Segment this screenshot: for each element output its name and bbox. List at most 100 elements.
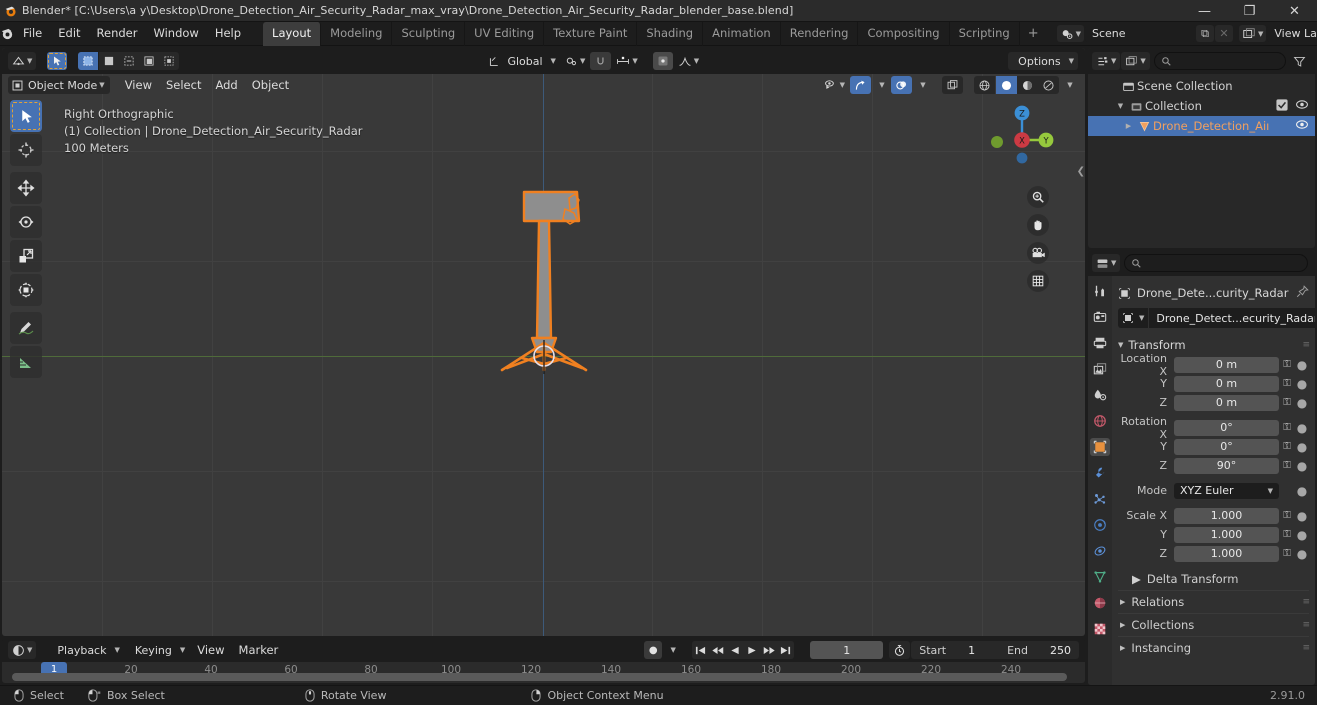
menu-help[interactable]: Help [207,24,249,43]
animate-dot-icon[interactable]: ● [1295,484,1309,498]
tab-modeling[interactable]: Modeling [321,21,393,46]
properties-search-input[interactable] [1124,254,1308,272]
minimize-button[interactable]: — [1182,0,1227,22]
timeline-menu-view[interactable]: View [190,642,231,658]
menu-window[interactable]: Window [145,24,206,43]
visibility-dropdown[interactable]: ▼ [820,76,849,94]
rotate-tool[interactable] [10,206,42,238]
rotation-y-input[interactable]: 0° [1174,438,1279,455]
animate-dot-icon[interactable]: ● [1295,509,1309,523]
proportional-editing-dropdown[interactable]: ▼ [612,52,641,70]
physics-tab[interactable] [1090,516,1110,534]
end-frame-value[interactable]: 250 [1050,644,1071,657]
zoom-icon[interactable] [1027,186,1049,208]
viewport-menu-object[interactable]: Object [245,77,296,93]
overlays-toggle-button[interactable] [891,76,912,94]
animate-dot-icon[interactable]: ● [1295,421,1309,435]
animate-dot-icon[interactable]: ● [1295,377,1309,391]
viewport-menu-add[interactable]: Add [208,77,244,93]
camera-icon[interactable] [1027,242,1049,264]
view-layer-tab[interactable] [1090,360,1110,378]
properties-editor[interactable]: ▼ Drone_Dete...curity_Radar ▼ Drone_Dete… [1088,250,1315,685]
animate-dot-icon[interactable]: ● [1295,358,1309,372]
scale-x-input[interactable]: 1.000 [1174,507,1279,524]
tab-layout[interactable]: Layout [263,21,322,46]
shading-material-preview-button[interactable] [1017,76,1038,94]
instancing-panel[interactable]: ▶ Instancing ≡ [1118,636,1310,659]
output-tab[interactable] [1090,334,1110,352]
timeline-menu-keying[interactable]: Keying ▼ [125,641,189,659]
menu-edit[interactable]: Edit [50,24,88,43]
hand-icon[interactable] [1027,214,1049,236]
use-preview-range-button[interactable] [889,641,911,659]
lock-icon[interactable]: ⚿ [1279,378,1295,389]
material-tab[interactable] [1090,594,1110,612]
scale-z-input[interactable]: 1.000 [1174,545,1279,562]
3d-viewport[interactable]: Right Orthographic (1) Collection | Dron… [2,48,1085,636]
view-layer-selector[interactable]: ▼ [1239,25,1267,42]
maximize-button[interactable]: ❐ [1227,0,1272,22]
tweak-select-mode-button[interactable] [47,52,68,70]
outliner-row-drone-detection-object[interactable]: ▶ Drone_Detection_Aiı [1088,116,1315,136]
overlays-dropdown[interactable]: ▼ [913,76,931,94]
gizmo-dropdown[interactable]: ▼ [872,76,890,94]
timeline-horizontal-scrollbar[interactable] [12,673,1067,681]
modifier-tab[interactable] [1090,464,1110,482]
lock-icon[interactable]: ⚿ [1279,441,1295,452]
xray-toggle-button[interactable] [942,76,963,94]
menu-render[interactable]: Render [89,24,146,43]
scene-name-field[interactable]: Scene [1085,25,1195,42]
tab-uv-editing[interactable]: UV Editing [465,21,545,46]
transform-tool[interactable] [10,274,42,306]
play-button[interactable] [743,641,761,659]
close-button[interactable]: ✕ [1272,0,1317,22]
move-tool[interactable] [10,172,42,204]
tab-compositing[interactable]: Compositing [858,21,950,46]
frame-range-fields[interactable]: Start 1 End 250 [911,641,1079,659]
animate-dot-icon[interactable]: ● [1295,440,1309,454]
play-reverse-button[interactable] [726,641,744,659]
select-intersect-mode-button[interactable] [159,52,180,70]
tool-tab[interactable] [1090,282,1110,300]
scale-y-input[interactable]: 1.000 [1174,526,1279,543]
sidebar-collapse-arrow-icon[interactable]: ❮ [1077,166,1085,177]
viewport-menu-view[interactable]: View [118,77,159,93]
outliner-editor[interactable]: ▼ ▼ Scene Collection ▼ Collection ▶ Dron… [1088,48,1315,248]
disclosure-icon-expanded[interactable]: ▼ [1114,102,1127,110]
object-name-input[interactable]: Drone_Detect...ecurity_Radar [1149,308,1315,328]
start-frame-value[interactable]: 1 [968,644,975,657]
rotation-x-input[interactable]: 0° [1174,419,1279,436]
cursor-tool[interactable] [10,134,42,166]
tab-sculpting[interactable]: Sculpting [392,21,466,46]
lock-icon[interactable]: ⚿ [1279,397,1295,408]
gizmo-toggle-button[interactable] [850,76,871,94]
select-subtract-mode-button[interactable] [119,52,140,70]
timeline-menu-playback[interactable]: Playback ▼ [47,641,123,659]
timeline-menu-marker[interactable]: Marker [232,642,286,658]
add-workspace-button[interactable]: + [1020,24,1047,43]
auto-keying-button[interactable]: ● [644,641,663,659]
new-scene-button[interactable]: ⧉ [1196,25,1214,42]
outliner-display-mode-button[interactable]: ▼ [1121,52,1150,70]
checkbox-icon[interactable] [1276,98,1288,114]
shading-solid-button[interactable] [996,76,1017,94]
object-data-tab[interactable] [1090,568,1110,586]
relations-panel[interactable]: ▶ Relations ≡ [1118,590,1310,613]
texture-tab[interactable] [1090,620,1110,638]
annotate-tool[interactable] [10,312,42,344]
snap-toggle-button[interactable] [590,52,612,70]
delta-transform-panel[interactable]: ▶ Delta Transform [1118,568,1309,590]
shading-wireframe-button[interactable] [974,76,995,94]
object-tab[interactable] [1090,438,1110,456]
navigation-gizmo[interactable]: Z Y X [985,98,1059,172]
lock-icon[interactable]: ⚿ [1279,548,1295,559]
lock-icon[interactable]: ⚿ [1279,422,1295,433]
auto-keying-dropdown[interactable]: ▼ [663,641,681,659]
editor-type-button[interactable]: ▼ [8,52,37,70]
object-id-selector[interactable]: ▼ [1118,308,1149,328]
shading-dropdown[interactable]: ▼ [1060,76,1078,94]
interaction-mode-dropdown[interactable]: Object Mode ▼ [8,76,110,94]
outliner-search-input[interactable] [1153,52,1286,70]
viewport-menu-select[interactable]: Select [159,77,208,93]
particles-tab[interactable] [1090,490,1110,508]
